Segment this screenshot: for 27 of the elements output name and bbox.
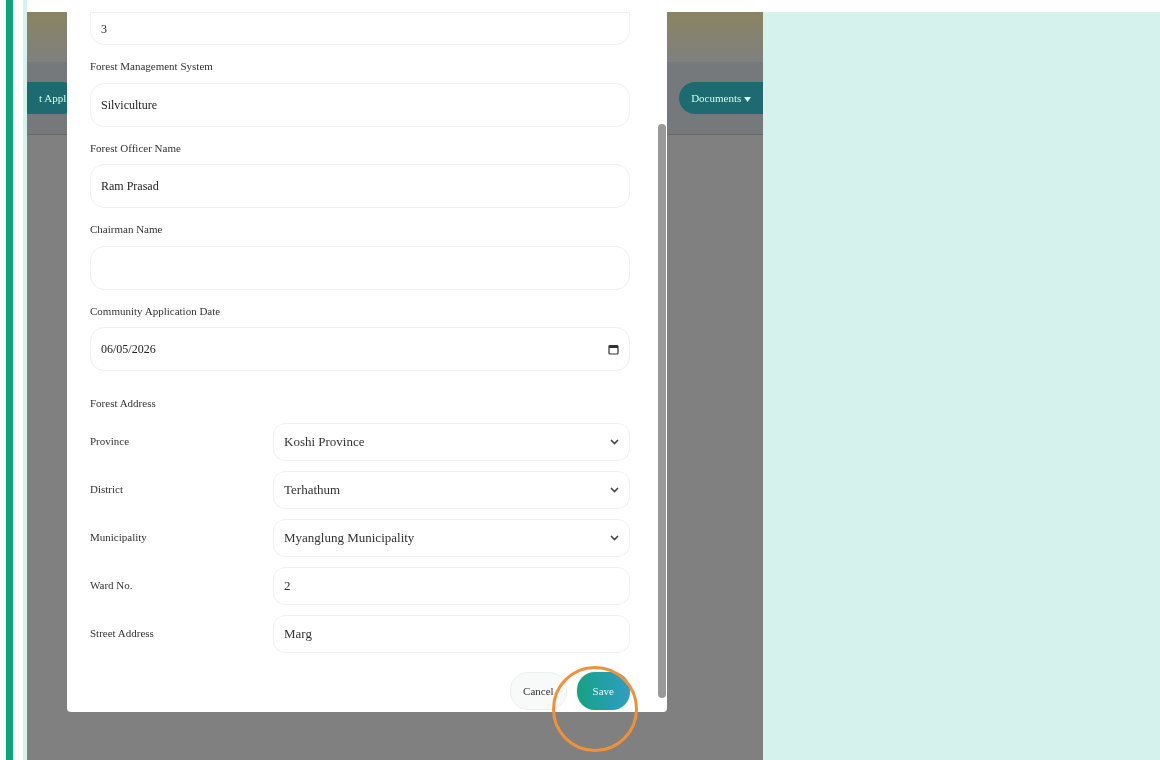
caret-icon bbox=[744, 96, 751, 102]
scrollbar-thumb[interactable] bbox=[658, 124, 666, 698]
chevron-down-icon bbox=[610, 438, 619, 445]
date-field[interactable]: 06/05/2026 bbox=[90, 327, 630, 371]
input-field[interactable]: 3 bbox=[90, 12, 630, 45]
select-field[interactable]: Koshi Province bbox=[273, 422, 630, 461]
select-field[interactable]: Myanglung Municipality bbox=[273, 518, 630, 557]
field-label: Province bbox=[90, 434, 131, 450]
field-label: Chairman Name bbox=[90, 222, 164, 237]
select-field[interactable]: Terhathum bbox=[273, 470, 630, 509]
field-label: Community Application Date bbox=[90, 303, 222, 319]
nav-tab[interactable]: Documents bbox=[679, 81, 763, 115]
field-label: Street Address bbox=[90, 626, 155, 642]
chevron-down-icon bbox=[610, 486, 619, 493]
cancel-button[interactable]: Cancel bbox=[510, 671, 567, 710]
input-field[interactable]: 2 bbox=[273, 566, 630, 605]
section-heading: Forest Address bbox=[90, 396, 157, 411]
input-field[interactable]: Ram Prasad bbox=[90, 164, 630, 208]
field-label: District bbox=[90, 482, 124, 498]
input-field[interactable]: Silviculture bbox=[90, 82, 630, 127]
field-label: Ward No. bbox=[90, 578, 134, 594]
field-label: Forest Officer Name bbox=[90, 140, 182, 156]
field-label: Forest Management System bbox=[90, 59, 214, 74]
calendar-icon[interactable] bbox=[608, 343, 619, 355]
input-field[interactable]: Marg bbox=[273, 614, 630, 653]
chevron-down-icon bbox=[610, 534, 619, 541]
field-label: Municipality bbox=[90, 530, 148, 546]
